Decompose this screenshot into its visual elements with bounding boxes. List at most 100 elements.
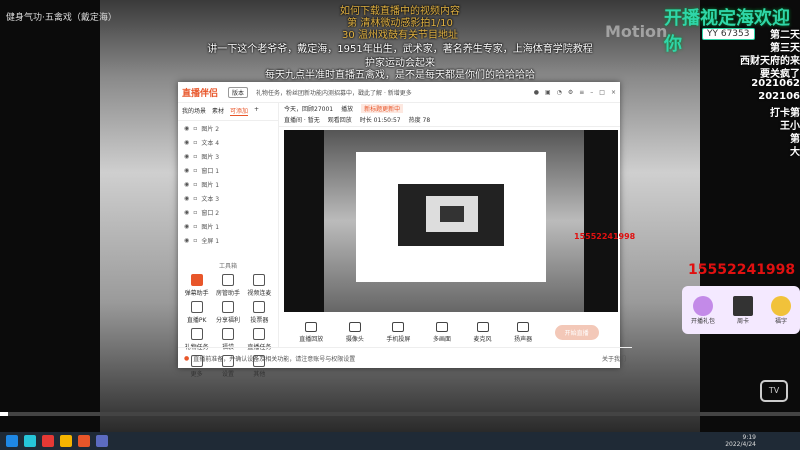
scene-item[interactable]: ◉ ▫ 图片 1 [178, 219, 278, 233]
lock-icon[interactable]: ▫ [193, 153, 197, 160]
tool-label: 更多 [190, 371, 203, 378]
lock-icon[interactable]: ▫ [193, 167, 197, 174]
add-scene-button[interactable]: + [254, 106, 259, 116]
eye-icon[interactable]: ◉ [184, 237, 189, 244]
eye-icon[interactable]: ◉ [184, 209, 189, 216]
scene-label: 文本 3 [201, 195, 220, 203]
tool-button[interactable]: 房管助手 [213, 274, 242, 297]
status-badge: 新标题更新中 [361, 104, 404, 113]
tab-materials[interactable]: 素材 [212, 106, 224, 116]
video-stage: 健身气功·五禽戏（戴定海） 如何下载直播中的视频内容 第 清林微动感影拍1/10… [0, 0, 800, 432]
eye-icon[interactable]: ◉ [184, 125, 189, 132]
share-icon [221, 301, 234, 313]
tool-label: 其他 [253, 371, 266, 378]
vote-icon [253, 301, 266, 313]
stat-replay[interactable]: 观看回放 [328, 115, 352, 124]
tool-button[interactable]: 视频连麦 [245, 274, 274, 297]
app-icon[interactable] [42, 435, 54, 447]
status-bar: ● 直播前准备，并确认设备及相关功能，请注意账号与权限设置 关于我们 [178, 347, 632, 368]
clock-time: 9:19 [742, 434, 756, 441]
camera-button[interactable]: 摄像头 [345, 321, 364, 343]
toolbox-title: 工具箱 [218, 263, 237, 270]
scene-label: 图片 3 [201, 153, 220, 161]
tab-addable[interactable]: 可添加 [230, 106, 249, 116]
clock[interactable]: 9:19 2022/4/24 [725, 434, 756, 448]
lock-icon[interactable]: ▫ [193, 125, 197, 132]
progress-fill [0, 412, 8, 416]
scene-item[interactable]: ◉ ▫ 图片 1 [178, 177, 278, 191]
room-tag[interactable]: 播放 [341, 104, 353, 113]
phone-number-overlay: 15552241998 [688, 262, 796, 278]
tool-button[interactable]: 分享福利 [213, 301, 242, 324]
scene-item[interactable]: ◉ ▫ 窗口 2 [178, 205, 278, 219]
tab-my-scenes[interactable]: 我的场景 [182, 106, 206, 116]
gift-icon[interactable]: ▣ [545, 89, 551, 96]
scene-item[interactable]: ◉ ▫ 文本 3 [178, 191, 278, 205]
start-live-button[interactable]: 开始直播 [554, 324, 599, 340]
stat-heat: 热度 78 [408, 117, 431, 124]
avatar[interactable]: ● [534, 89, 539, 96]
menu-icon[interactable]: ≡ [579, 89, 584, 96]
scene-item[interactable]: ◉ ▫ 窗口 1 [178, 163, 278, 177]
gift-card[interactable]: 开播礼包 周卡 福字 [682, 286, 800, 334]
mirror-button[interactable]: 手机投屏 [386, 321, 410, 343]
steam-icon[interactable] [96, 435, 108, 447]
multi-view-button[interactable]: 多画面 [432, 321, 451, 343]
browser-icon[interactable] [24, 435, 36, 447]
maximize-icon[interactable]: □ [599, 89, 605, 96]
eye-icon[interactable]: ◉ [184, 153, 189, 160]
settings-icon[interactable]: ⚙ [568, 89, 573, 96]
eye-icon[interactable]: ◉ [184, 195, 189, 202]
lucky-bag-icon [221, 328, 234, 340]
scene-label: 图片 2 [201, 125, 220, 133]
start-icon[interactable] [6, 435, 18, 447]
about-link[interactable]: 关于我们 [602, 354, 626, 363]
lock-icon[interactable]: ▫ [193, 223, 197, 230]
gift-item: 周卡 [732, 295, 753, 325]
replay-icon [305, 321, 318, 332]
eye-icon[interactable]: ◉ [184, 167, 189, 174]
folder-icon[interactable] [60, 435, 72, 447]
live-preview[interactable]: 15552241998 [284, 130, 635, 312]
version-button[interactable]: 版本 [228, 86, 249, 98]
preview-frame [324, 130, 584, 312]
gift-badge-icon [692, 295, 713, 316]
tool-button[interactable]: 投票器 [245, 301, 274, 324]
lock-icon[interactable]: ▫ [193, 139, 197, 146]
side-message: 大 [790, 147, 800, 158]
nested-preview-2 [440, 206, 464, 222]
notice-text[interactable]: 礼物任务，粉丝团新功能内测招募中，戳此了解 · 新增更多 [256, 88, 534, 97]
phone-cast-icon [392, 321, 405, 332]
scene-item[interactable]: ◉ ▫ 全屏 1 [178, 233, 278, 247]
room-title[interactable]: 今天，回顾27001 [284, 104, 333, 113]
bilibili-tv-icon[interactable]: TV [760, 380, 788, 402]
video-progress-bar[interactable] [0, 412, 800, 416]
lock-icon[interactable]: ▫ [193, 209, 197, 216]
mic-button[interactable]: 麦克风 [474, 321, 492, 343]
bell-icon[interactable]: ◔ [557, 89, 562, 96]
tool-button[interactable]: 弹幕助手 [182, 274, 211, 297]
eye-icon[interactable]: ◉ [184, 223, 189, 230]
control-label: 多画面 [432, 335, 451, 343]
overlay-line-6: 每天九点半准时直播五禽戏，是不是每天都是你们的哈哈哈哈 [265, 70, 535, 81]
tool-label: 设置 [221, 371, 234, 378]
scene-item[interactable]: ◉ ▫ 图片 2 [178, 121, 278, 135]
task-icon [253, 328, 266, 340]
lock-icon[interactable]: ▫ [193, 195, 197, 202]
live-app-icon[interactable] [78, 435, 90, 447]
eye-icon[interactable]: ◉ [184, 181, 189, 188]
tool-label: 弹幕助手 [184, 290, 209, 297]
speaker-button[interactable]: 扬声器 [514, 321, 533, 343]
control-label: 扬声器 [514, 335, 533, 343]
minimize-icon[interactable]: – [590, 89, 593, 96]
scene-item[interactable]: ◉ ▫ 图片 3 [178, 149, 278, 163]
replay-button[interactable]: 直播回放 [299, 321, 323, 343]
close-icon[interactable]: × [611, 89, 616, 96]
eye-icon[interactable]: ◉ [184, 139, 189, 146]
lock-icon[interactable]: ▫ [193, 237, 197, 244]
brand-watermark: Motion [605, 22, 668, 41]
control-label: 摄像头 [345, 335, 364, 343]
scene-item[interactable]: ◉ ▫ 文本 4 [178, 135, 278, 149]
lock-icon[interactable]: ▫ [193, 181, 197, 188]
tool-button[interactable]: 直播PK [182, 301, 211, 324]
